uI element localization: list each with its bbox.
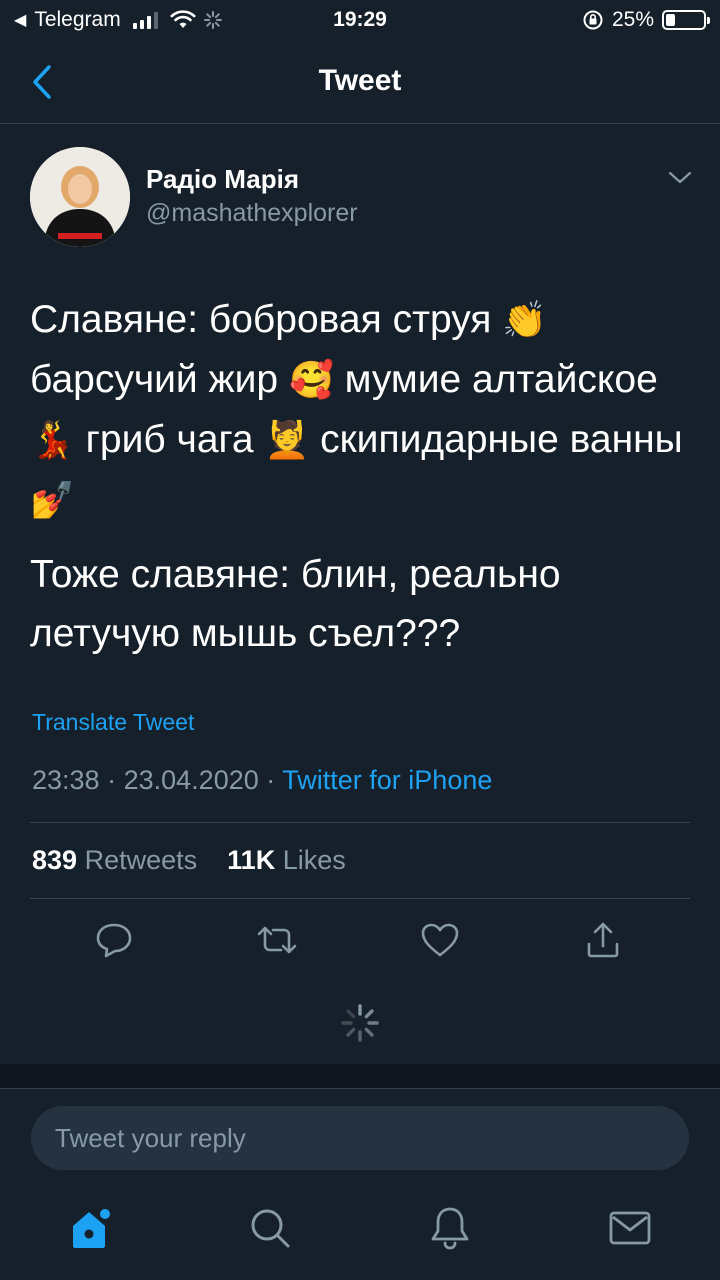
tab-home[interactable] [67,1204,115,1252]
mail-icon [609,1211,651,1245]
tweet-time: 23:38 [32,765,100,795]
status-bar-right: 25% [582,8,710,32]
divider [30,898,690,899]
orientation-lock-icon [583,10,603,30]
smiling-face-with-hearts-emoji-icon: 🥰 [288,360,334,401]
retweets-count: 839 [32,845,78,875]
tweet-paragraph-1: Славяне: бобровая струя 👏 барсучий жир 🥰… [30,298,683,521]
back-app-label: Telegram [34,8,121,31]
retweet-button[interactable] [255,918,299,962]
wifi-icon [170,10,196,28]
tweet-stats: 839 Retweets 11K Likes [32,845,346,876]
tab-messages[interactable] [606,1204,654,1252]
reply-button[interactable] [92,918,136,962]
avatar-image [30,147,130,247]
chevron-left-icon [33,65,51,99]
tweet-text-segment: Славяне: бобровая струя [30,298,503,341]
author-handle[interactable]: @mashathexplorer [146,199,358,228]
cellular-signal-icon [132,11,158,29]
tweet-text-segment: гриб чага [74,418,265,461]
share-button[interactable] [581,918,625,962]
navigation-bar: Tweet [0,40,720,124]
dancer-emoji-icon: 💃 [30,420,75,461]
back-button[interactable] [22,60,62,104]
battery-percent: 25% [611,8,654,31]
tweet-client-link[interactable]: Twitter for iPhone [282,765,492,795]
status-bar-left[interactable]: ◀ Telegram [14,8,222,32]
page-title: Tweet [318,64,402,97]
likes-count: 11K [227,845,276,875]
battery-icon [662,10,710,30]
author-avatar[interactable] [30,147,130,247]
loading-spinner-icon [341,1004,379,1042]
tweet-detail-screen: ◀ Telegram 19:29 25% Tweet Радіо Марія @… [0,0,720,1280]
retweets-label: Retweets [84,845,198,875]
retweet-icon [257,926,297,954]
tweet-paragraph-2: Тоже славяне: блин, реально летучую мышь… [30,553,561,655]
meta-separator: · [107,765,117,795]
likes-stat[interactable]: 11K Likes [227,845,346,875]
tweet-text-segment: барсучий жир [30,358,289,401]
tab-notifications[interactable] [426,1204,474,1252]
tweet-text-segment: скипидарные ванны [309,418,683,461]
share-icon [587,922,619,958]
translate-tweet-link[interactable]: Translate Tweet [32,709,194,736]
status-bar: ◀ Telegram 19:29 25% [0,0,720,40]
bell-icon [431,1207,469,1250]
search-icon [251,1209,290,1248]
home-icon [73,1209,110,1248]
clapping-hands-emoji-icon: 👏 [502,300,548,341]
tweet-date: 23.04.2020 [123,765,259,795]
heart-icon [421,923,459,957]
tweet-text-segment: мумие алтайское [333,358,658,401]
tweet-text: Славяне: бобровая струя 👏 барсучий жир 🥰… [30,290,690,663]
tweet-options-button[interactable] [664,164,696,192]
activity-spinner-icon [203,11,222,29]
divider [30,822,690,823]
like-button[interactable] [418,918,462,962]
section-separator [0,1064,720,1088]
meta-separator: · [266,765,276,795]
back-to-app-icon: ◀ [14,12,27,29]
likes-label: Likes [282,845,346,875]
tweet-meta: 23:38 · 23.04.2020 · Twitter for iPhone [32,765,492,796]
retweets-stat[interactable]: 839 Retweets [32,845,197,875]
author-name[interactable]: Радіо Марія [146,164,299,195]
reply-icon [96,923,132,958]
chevron-down-icon [668,171,692,184]
reply-input[interactable] [31,1106,689,1170]
nail-polish-emoji-icon: 💅 [30,480,75,521]
tab-search[interactable] [246,1204,294,1252]
battery-level-fill [666,14,675,26]
massage-emoji-icon: 💆 [264,420,310,461]
